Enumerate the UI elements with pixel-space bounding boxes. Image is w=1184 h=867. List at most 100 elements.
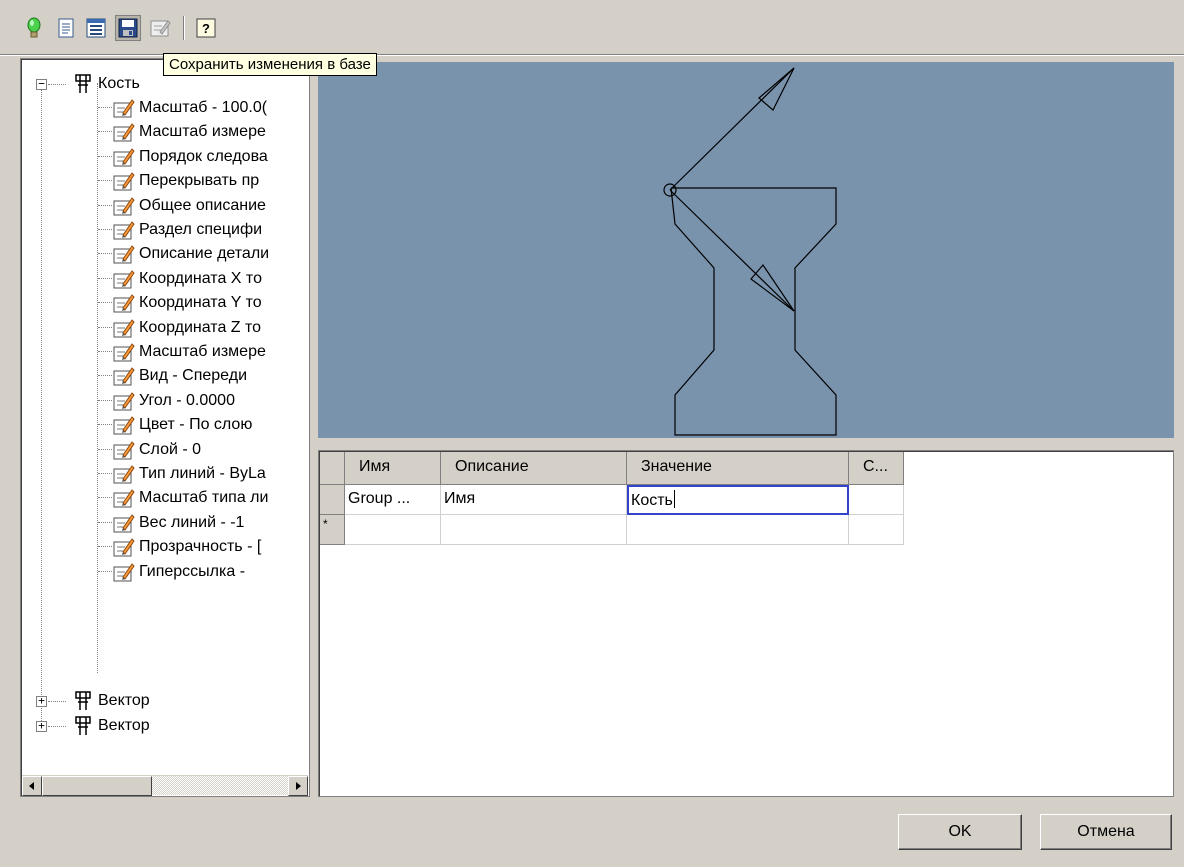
save-icon[interactable] [115, 15, 141, 41]
tree-connector [98, 326, 112, 328]
tree-item-property[interactable]: Прозрачность - [ [139, 536, 261, 558]
properties-grid[interactable]: Имя Описание Значение С... Group ... Имя… [318, 450, 1174, 797]
tree-connector [98, 155, 112, 157]
tree-item-property[interactable]: Масштаб типа ли [139, 487, 268, 509]
grid-cell-description[interactable] [441, 515, 627, 545]
property-icon [113, 318, 135, 338]
horizontal-scrollbar[interactable] [22, 775, 308, 796]
tree-item-property[interactable]: Масштаб измере [139, 121, 266, 143]
tree-item-property[interactable]: Координата Z то [139, 317, 261, 339]
tree-item-root[interactable]: Кость [98, 73, 140, 95]
tree-item-label: Описание детали [139, 245, 270, 263]
expand-icon[interactable]: + [36, 720, 47, 732]
tree-connector [98, 131, 112, 133]
collapse-icon[interactable]: − [36, 78, 47, 90]
expand-icon[interactable]: + [36, 695, 47, 707]
arrow-left-icon [29, 782, 34, 790]
grid-cell-extra[interactable] [849, 515, 904, 545]
grid-cell-value-editor[interactable]: Кость [627, 485, 849, 515]
tree-connector [98, 473, 112, 474]
tree-item-label: Слой - 0 [139, 440, 202, 458]
tree-item-property[interactable]: Координата X то [139, 268, 262, 290]
tree-item-label: Порядок следова [139, 147, 268, 165]
tree-item-label: Масштаб измере [139, 343, 266, 360]
property-icon [113, 537, 135, 557]
tree-item-property[interactable]: Цвет - По слою [139, 414, 252, 436]
lightbulb-icon[interactable] [22, 16, 46, 40]
tree-connector [98, 277, 112, 279]
property-icon [113, 415, 135, 435]
row-header[interactable] [320, 485, 345, 515]
tree-item-property[interactable]: Угол - 0.0000 [139, 390, 235, 412]
tree-connector [98, 302, 112, 304]
column-header-name[interactable]: Имя [345, 452, 441, 485]
edit-properties-icon[interactable] [148, 16, 172, 40]
tree-connector [98, 570, 112, 572]
tree-item-label: Прозрачность - [ [139, 538, 262, 556]
scrollbar-thumb[interactable] [42, 776, 152, 796]
tree-item-property[interactable]: Перекрывать пр [139, 170, 259, 192]
column-header-extra[interactable]: С... [849, 452, 904, 485]
property-icon [113, 488, 135, 508]
tree-item-property[interactable]: Порядок следова [139, 146, 268, 168]
tree-connector [98, 253, 112, 255]
tree-view[interactable]: − Кость Масштаб - 100.0( Масштаб измере По… [20, 58, 310, 797]
tree-item-property[interactable]: Слой - 0 [139, 439, 201, 461]
grid-cell-extra[interactable] [849, 485, 904, 515]
property-icon [113, 562, 135, 582]
tree-item-property[interactable]: Масштаб измере [139, 341, 266, 363]
ok-button[interactable]: OK [898, 814, 1022, 850]
tree-item-property[interactable]: Общее описание [139, 195, 266, 217]
tree-item-label: Координата Y то [139, 294, 262, 312]
grid-cell-description[interactable]: Имя [441, 485, 627, 515]
tree-connector-children [97, 83, 98, 673]
tree-item-label: Вид - Спереди [139, 367, 247, 385]
tree-item-property[interactable]: Масштаб - 100.0( [139, 97, 267, 119]
property-icon [113, 293, 135, 313]
toolbar-separator [183, 16, 185, 40]
tree-item-property[interactable]: Гиперссылка - [139, 561, 245, 583]
properties-icon[interactable] [84, 16, 108, 40]
new-row-marker[interactable]: * [320, 515, 345, 545]
grid-cell-name[interactable]: Group ... [345, 485, 441, 515]
tree-connector [98, 204, 112, 206]
tree-item-label: Координата X то [139, 269, 262, 287]
tree-item-vector[interactable]: Вектор [98, 715, 150, 737]
tree-connector-root [41, 79, 42, 721]
tree-item-label: Масштаб - 100.0( [139, 99, 268, 116]
tree-connector [98, 424, 112, 426]
property-icon [113, 269, 135, 289]
property-icon [113, 342, 135, 362]
grid-cell-value[interactable] [627, 515, 849, 545]
grid-cell-name[interactable] [345, 515, 441, 545]
property-icon [113, 98, 135, 118]
property-icon [113, 220, 135, 240]
tree-item-property[interactable]: Вес линий - -1 [139, 512, 244, 534]
text-caret [673, 490, 675, 508]
tree-item-property[interactable]: Вид - Спереди [139, 365, 247, 387]
property-icon [113, 122, 135, 142]
tree-item-label: Масштаб измере [139, 123, 266, 141]
tree-item-property[interactable]: Описание детали [139, 243, 269, 265]
column-header-description[interactable]: Описание [441, 452, 627, 485]
help-icon[interactable]: ? [194, 16, 218, 40]
cancel-button[interactable]: Отмена [1040, 814, 1172, 850]
tree-item-vector[interactable]: Вектор [98, 690, 150, 712]
tree-item-label: Общее описание [139, 196, 266, 214]
tree-item-label: Вес линий - -1 [139, 513, 245, 531]
tree-item-property[interactable]: Координата Y то [139, 292, 262, 314]
vector-line-down [669, 189, 795, 312]
scroll-left-button[interactable] [22, 776, 42, 796]
tree-item-label: Вектор [98, 717, 150, 734]
document-icon[interactable] [54, 16, 78, 40]
scroll-right-button[interactable] [288, 776, 308, 796]
svg-text:?: ? [202, 21, 210, 36]
property-icon [113, 440, 135, 460]
tree-connector [98, 521, 112, 523]
tree-connector [48, 84, 66, 85]
tree-item-property[interactable]: Тип линий - ByLa [139, 463, 266, 485]
tree-item-property[interactable]: Раздел специфи [139, 219, 262, 241]
tree-item-label: Цвет - По слою [139, 416, 253, 434]
column-header-value[interactable]: Значение [627, 452, 849, 485]
tree-item-label: Угол - 0.0000 [139, 391, 235, 409]
